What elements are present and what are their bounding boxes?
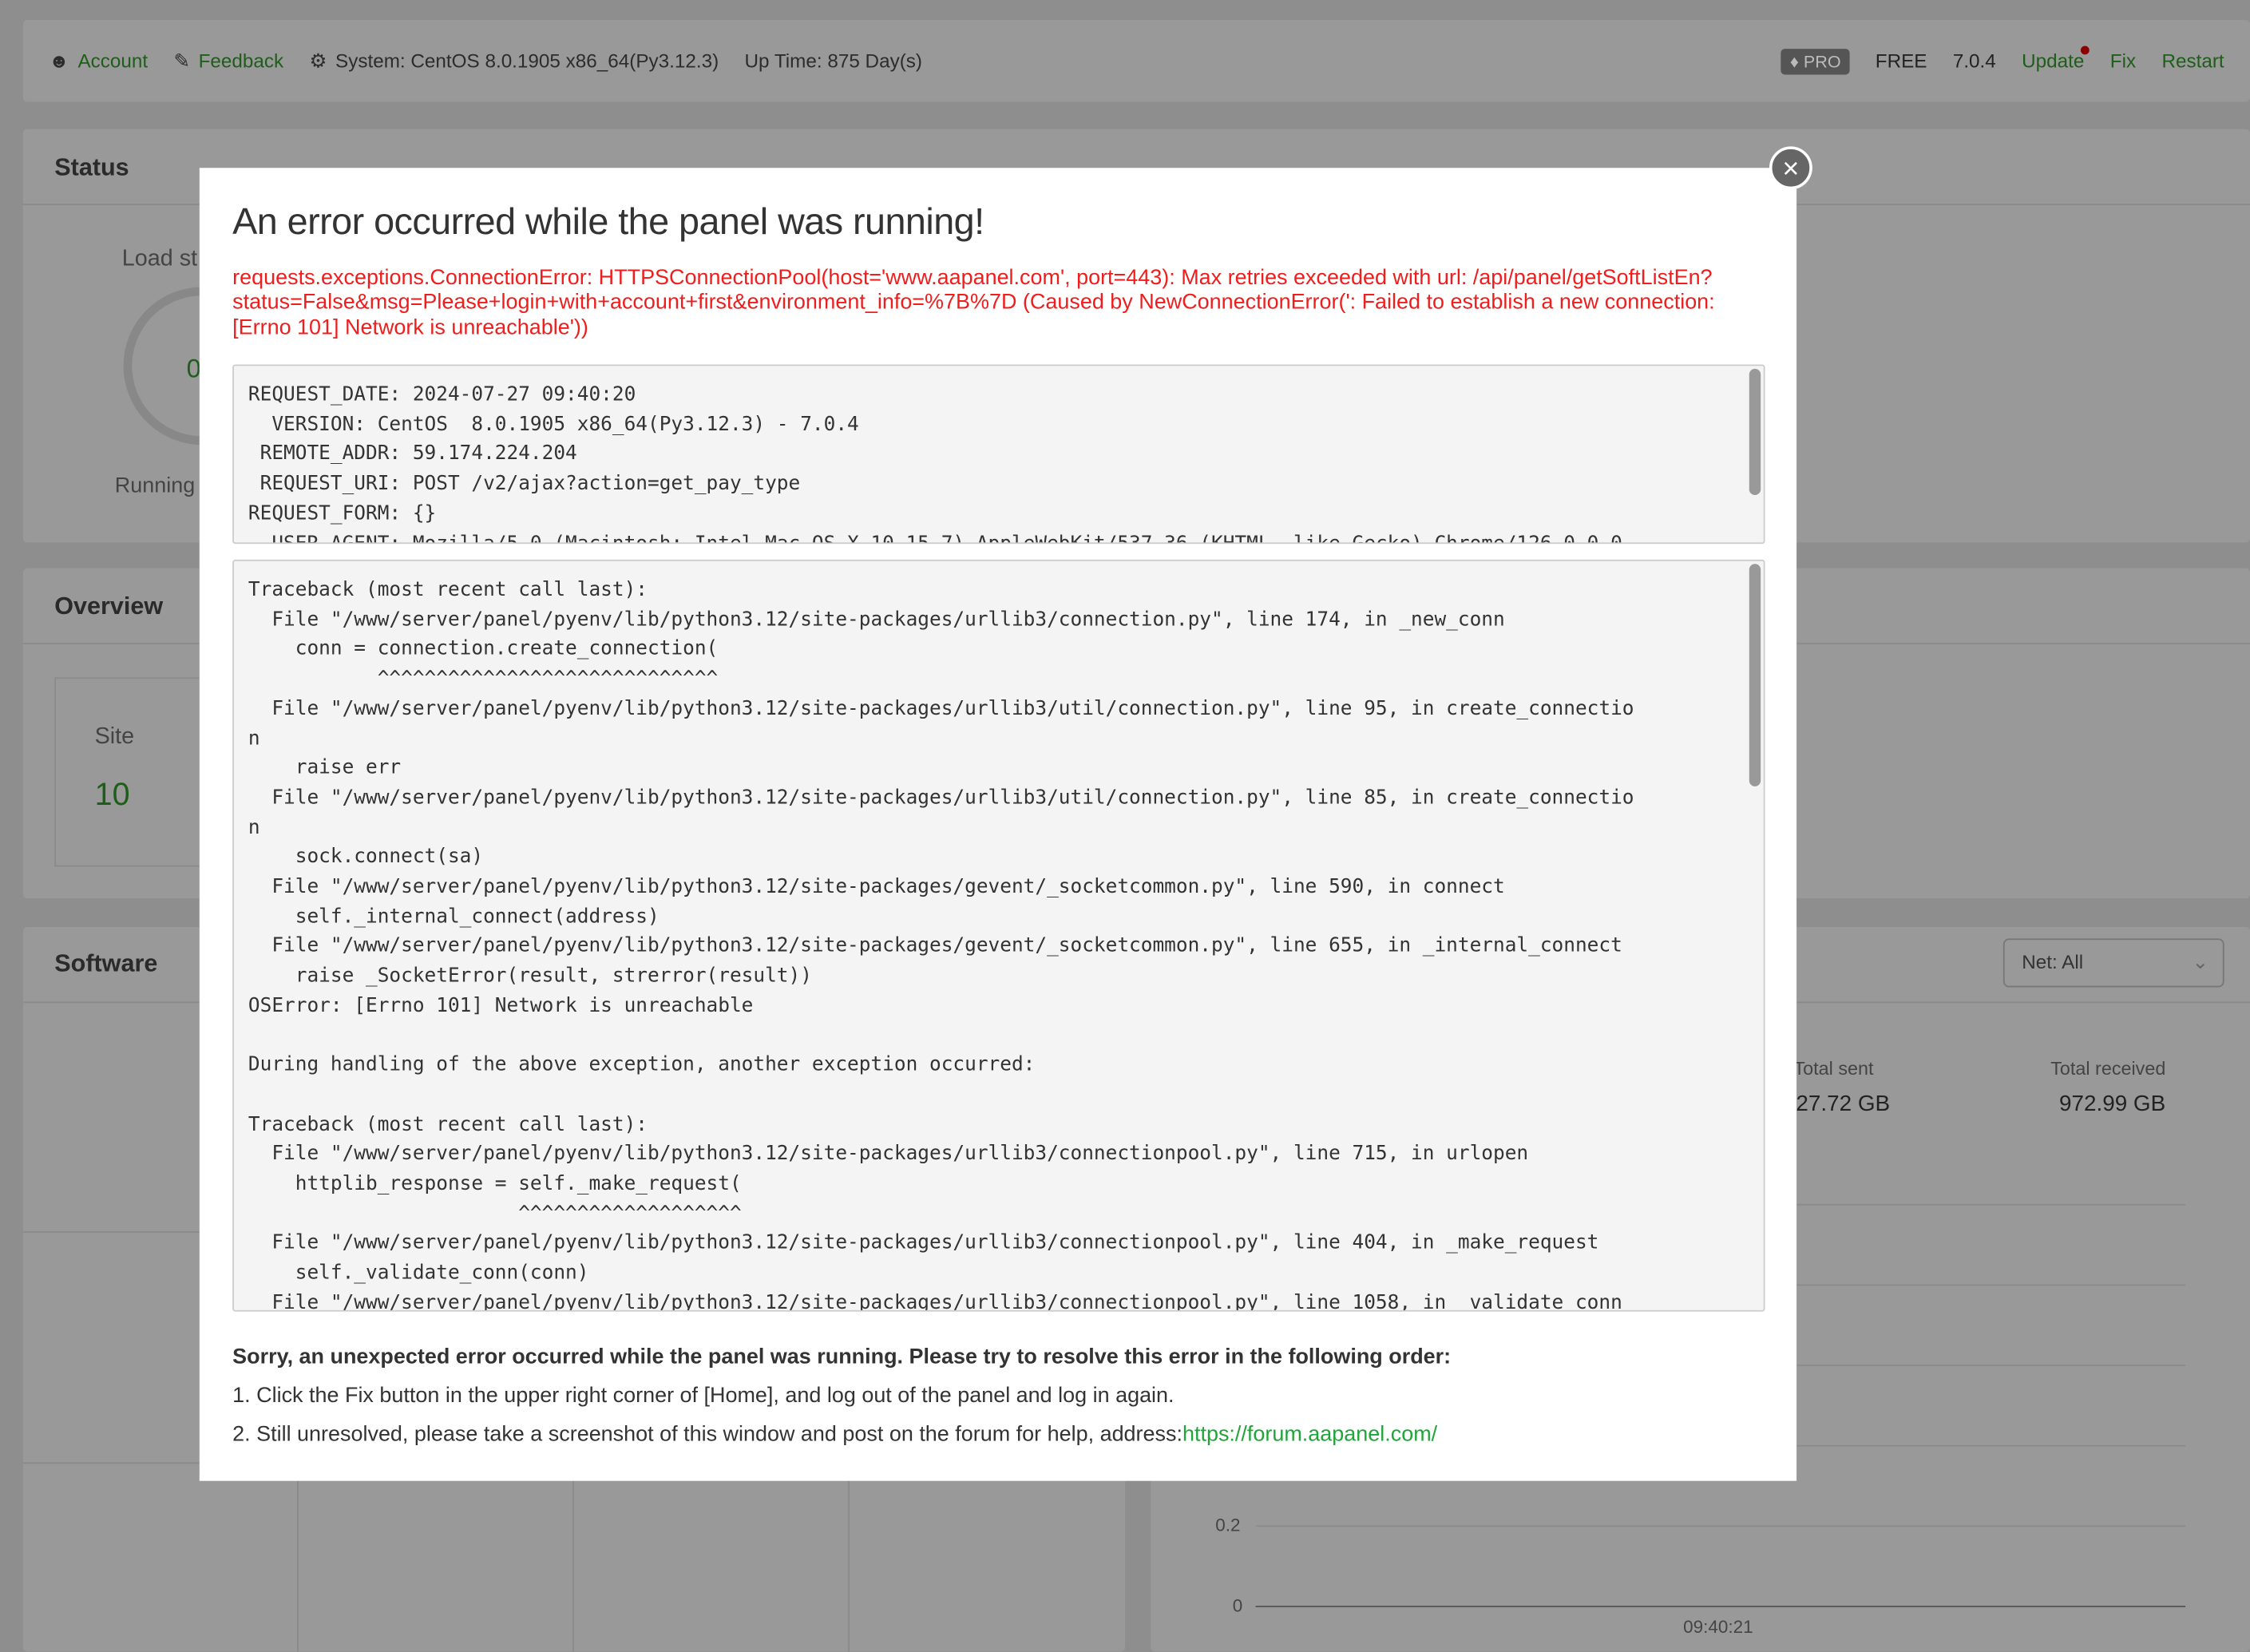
- chevron-down-icon: ⌄: [2192, 951, 2208, 973]
- site-label: Site: [94, 724, 135, 750]
- traceback-box[interactable]: Traceback (most recent call last): File …: [232, 559, 1765, 1312]
- uptime: Up Time: 875 Day(s): [744, 50, 923, 72]
- gridline: [1255, 1525, 2186, 1527]
- diamond-icon: ♦: [1789, 50, 1799, 71]
- help-step-2: 2. Still unresolved, please take a scree…: [232, 1422, 1182, 1447]
- total-received-value: 972.99 GB: [2058, 1091, 2166, 1117]
- feedback-icon: ✎: [173, 50, 190, 71]
- update-button[interactable]: Update: [2022, 46, 2090, 72]
- error-dialog: An error occurred while the panel was ru…: [199, 168, 1797, 1481]
- update-dot: [2081, 46, 2090, 55]
- software-title: Software: [54, 949, 158, 977]
- forum-link[interactable]: https://forum.aapanel.com/: [1182, 1422, 1437, 1447]
- fix-button[interactable]: Fix: [2110, 50, 2136, 72]
- close-icon[interactable]: ×: [1769, 146, 1812, 190]
- running-label: Running: [114, 473, 196, 498]
- dialog-title: An error occurred while the panel was ru…: [232, 199, 984, 243]
- x-tick: 09:40:21: [1683, 1617, 1753, 1638]
- help-step-1: 1. Click the Fix button in the upper rig…: [232, 1383, 1175, 1408]
- x-axis: [1255, 1606, 2186, 1607]
- request-info-box[interactable]: REQUEST_DATE: 2024-07-27 09:40:20 VERSIO…: [232, 364, 1765, 545]
- total-received-label: Total received: [2050, 1057, 2166, 1080]
- user-icon: ☻: [49, 50, 69, 72]
- request-info: REQUEST_DATE: 2024-07-27 09:40:20 VERSIO…: [248, 382, 1622, 545]
- site-value[interactable]: 10: [95, 776, 130, 814]
- total-sent-value: 527.72 GB: [1783, 1091, 1891, 1117]
- overview-title: Overview: [54, 592, 164, 620]
- error-message: requests.exceptions.ConnectionError: HTT…: [232, 265, 1715, 340]
- top-bar: ☻ Account ✎ Feedback ⚙ System: CentOS 8.0.1…: [22, 20, 2250, 102]
- help-title: Sorry, an unexpected error occurred whil…: [232, 1344, 1452, 1369]
- help-text: Sorry, an unexpected error occurred whil…: [232, 1337, 1451, 1454]
- free-label: FREE: [1875, 50, 1927, 72]
- pro-badge[interactable]: ♦ PRO: [1781, 48, 1850, 74]
- status-title: Status: [54, 153, 129, 181]
- y-tick: 0: [1232, 1595, 1243, 1616]
- gear-icon: ⚙: [309, 50, 327, 71]
- scrollbar[interactable]: [1749, 564, 1761, 786]
- restart-button[interactable]: Restart: [2161, 50, 2224, 72]
- traceback: Traceback (most recent call last): File …: [248, 578, 1634, 1312]
- net-select[interactable]: Net: All ⌄: [2002, 938, 2224, 988]
- load-label: Load st: [121, 247, 198, 271]
- system-info: ⚙ System: CentOS 8.0.1905 x86_64(Py3.12.3…: [309, 50, 719, 72]
- feedback-link[interactable]: ✎ Feedback: [173, 50, 283, 73]
- account-link[interactable]: ☻ Account: [49, 50, 148, 72]
- version-label: 7.0.4: [1952, 50, 1996, 72]
- total-sent-label: Total sent: [1793, 1057, 1874, 1080]
- scrollbar[interactable]: [1749, 368, 1761, 496]
- y-tick: 0.2: [1215, 1515, 1241, 1536]
